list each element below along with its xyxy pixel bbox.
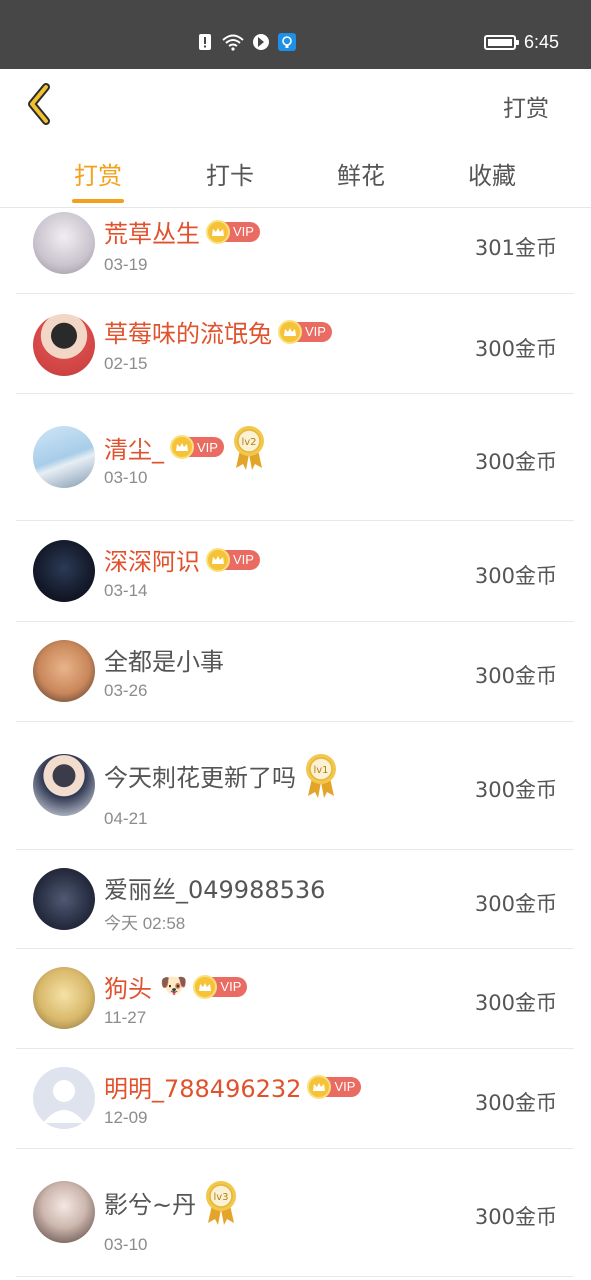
back-arrow-icon[interactable] xyxy=(22,81,62,127)
list-item[interactable]: 草莓味的流氓兔 VIP 02-15 300金币 xyxy=(16,294,574,394)
list-item[interactable]: 荒草丛生 VIP 03-19 301金币 xyxy=(16,208,574,294)
tab-reward[interactable]: 打赏 xyxy=(58,156,138,191)
user-name[interactable]: 影兮~丹 xyxy=(104,1185,196,1220)
avatar[interactable] xyxy=(33,1181,95,1243)
list-item[interactable]: 狗头 🐶 VIP 11-27 300金币 xyxy=(16,949,574,1049)
reward-amount: 300金币 xyxy=(474,450,557,474)
list-item[interactable]: 今天刺花更新了吗 lv1 04-21 300金币 xyxy=(16,722,574,850)
reward-date: 03-10 xyxy=(104,468,148,487)
reward-amount: 300金币 xyxy=(474,778,557,802)
user-name[interactable]: 狗头 xyxy=(104,969,152,1004)
status-time: 6:45 xyxy=(523,32,559,52)
bulb-app-icon xyxy=(278,33,296,51)
battery-icon xyxy=(483,35,519,50)
reward-date: 03-10 xyxy=(104,1235,148,1254)
wifi-icon xyxy=(222,34,244,51)
level-2-medal-icon: lv2 xyxy=(233,426,264,470)
crown-icon xyxy=(193,974,218,999)
list-item[interactable]: 明明_788496232 VIP 12-09 300金币 xyxy=(16,1049,574,1149)
crown-icon xyxy=(307,1074,332,1099)
user-name[interactable]: 荒草丛生 xyxy=(104,214,200,249)
user-name[interactable]: 明明_788496232 xyxy=(104,1069,301,1104)
reward-amount: 300金币 xyxy=(474,1091,557,1115)
user-name[interactable]: 草莓味的流氓兔 xyxy=(104,314,272,349)
tab-flowers[interactable]: 鲜花 xyxy=(321,156,401,191)
user-name[interactable]: 全都是小事 xyxy=(104,642,224,677)
list-item[interactable]: 清尘_ VIP lv2 03-10 300金币 xyxy=(16,394,574,521)
reward-amount: 300金币 xyxy=(474,892,557,916)
tab-bar: 打赏 打卡 鲜花 收藏 xyxy=(0,139,591,208)
level-3-medal-icon: lv3 xyxy=(206,1181,237,1225)
crown-icon xyxy=(206,547,230,572)
reward-amount: 300金币 xyxy=(474,1205,557,1229)
user-name[interactable]: 爱丽丝_049988536 xyxy=(104,870,325,905)
user-name[interactable]: 今天刺花更新了吗 xyxy=(104,758,296,793)
crown-icon xyxy=(170,435,194,459)
avatar[interactable] xyxy=(33,967,95,1029)
vip-badge: VIP xyxy=(170,435,224,459)
svg-text:lv2: lv2 xyxy=(241,437,256,448)
default-avatar-icon xyxy=(43,1080,85,1123)
browser-icon xyxy=(253,34,269,50)
reward-date: 03-19 xyxy=(104,255,148,274)
list-item[interactable]: 影兮~丹 lv3 03-10 300金币 xyxy=(16,1149,574,1277)
reward-date: 12-09 xyxy=(104,1108,148,1127)
status-icons xyxy=(196,33,296,51)
svg-text:lv1: lv1 xyxy=(313,765,328,776)
reward-amount: 300金币 xyxy=(474,664,557,688)
avatar[interactable] xyxy=(33,868,95,930)
sim-alert-icon xyxy=(199,34,211,50)
status-bar: 6:45 xyxy=(0,0,591,69)
tab-favorites[interactable]: 收藏 xyxy=(452,156,532,191)
reward-date: 今天 02:58 xyxy=(104,914,186,933)
crown-icon xyxy=(278,319,302,344)
reward-date: 11-27 xyxy=(104,1008,147,1027)
reward-action-button[interactable]: 打赏 xyxy=(503,89,549,123)
reward-date: 02-15 xyxy=(104,354,148,373)
reward-amount: 301金币 xyxy=(474,236,557,260)
reward-amount: 300金币 xyxy=(474,564,557,588)
top-bar: 打赏 xyxy=(0,69,591,139)
vip-badge: VIP xyxy=(193,974,248,999)
list-item[interactable]: 全都是小事 03-26 300金币 xyxy=(16,622,574,722)
list-item[interactable]: 深深阿识 VIP 03-14 300金币 xyxy=(16,521,574,622)
level-1-medal-icon: lv1 xyxy=(306,754,336,798)
list-item[interactable]: 爱丽丝_049988536 今天 02:58 300金币 xyxy=(16,850,574,949)
reward-date: 03-14 xyxy=(104,581,148,600)
crown-icon xyxy=(206,219,230,244)
avatar[interactable] xyxy=(33,640,95,702)
vip-badge: VIP xyxy=(278,319,332,344)
user-name[interactable]: 清尘_ xyxy=(104,430,164,465)
avatar[interactable] xyxy=(33,212,95,274)
reward-date: 04-21 xyxy=(104,809,148,828)
avatar[interactable] xyxy=(33,540,95,602)
avatar[interactable] xyxy=(33,314,95,376)
reward-amount: 300金币 xyxy=(474,991,557,1015)
vip-badge: VIP xyxy=(206,547,260,572)
avatar[interactable] xyxy=(33,754,95,816)
dog-emoji-icon: 🐶 xyxy=(160,974,188,999)
user-name[interactable]: 深深阿识 xyxy=(104,542,200,577)
svg-text:lv3: lv3 xyxy=(214,1192,229,1203)
reward-date: 03-26 xyxy=(104,681,148,700)
vip-badge: VIP xyxy=(206,219,260,244)
active-tab-indicator xyxy=(72,199,124,203)
tab-checkin[interactable]: 打卡 xyxy=(190,156,270,191)
reward-list: 荒草丛生 VIP 03-19 301金币 草莓味的流氓兔 VIP 02-15 3… xyxy=(16,208,574,1277)
vip-badge: VIP xyxy=(307,1074,362,1099)
avatar[interactable] xyxy=(33,1067,95,1129)
reward-amount: 300金币 xyxy=(474,337,557,361)
avatar[interactable] xyxy=(33,426,95,488)
